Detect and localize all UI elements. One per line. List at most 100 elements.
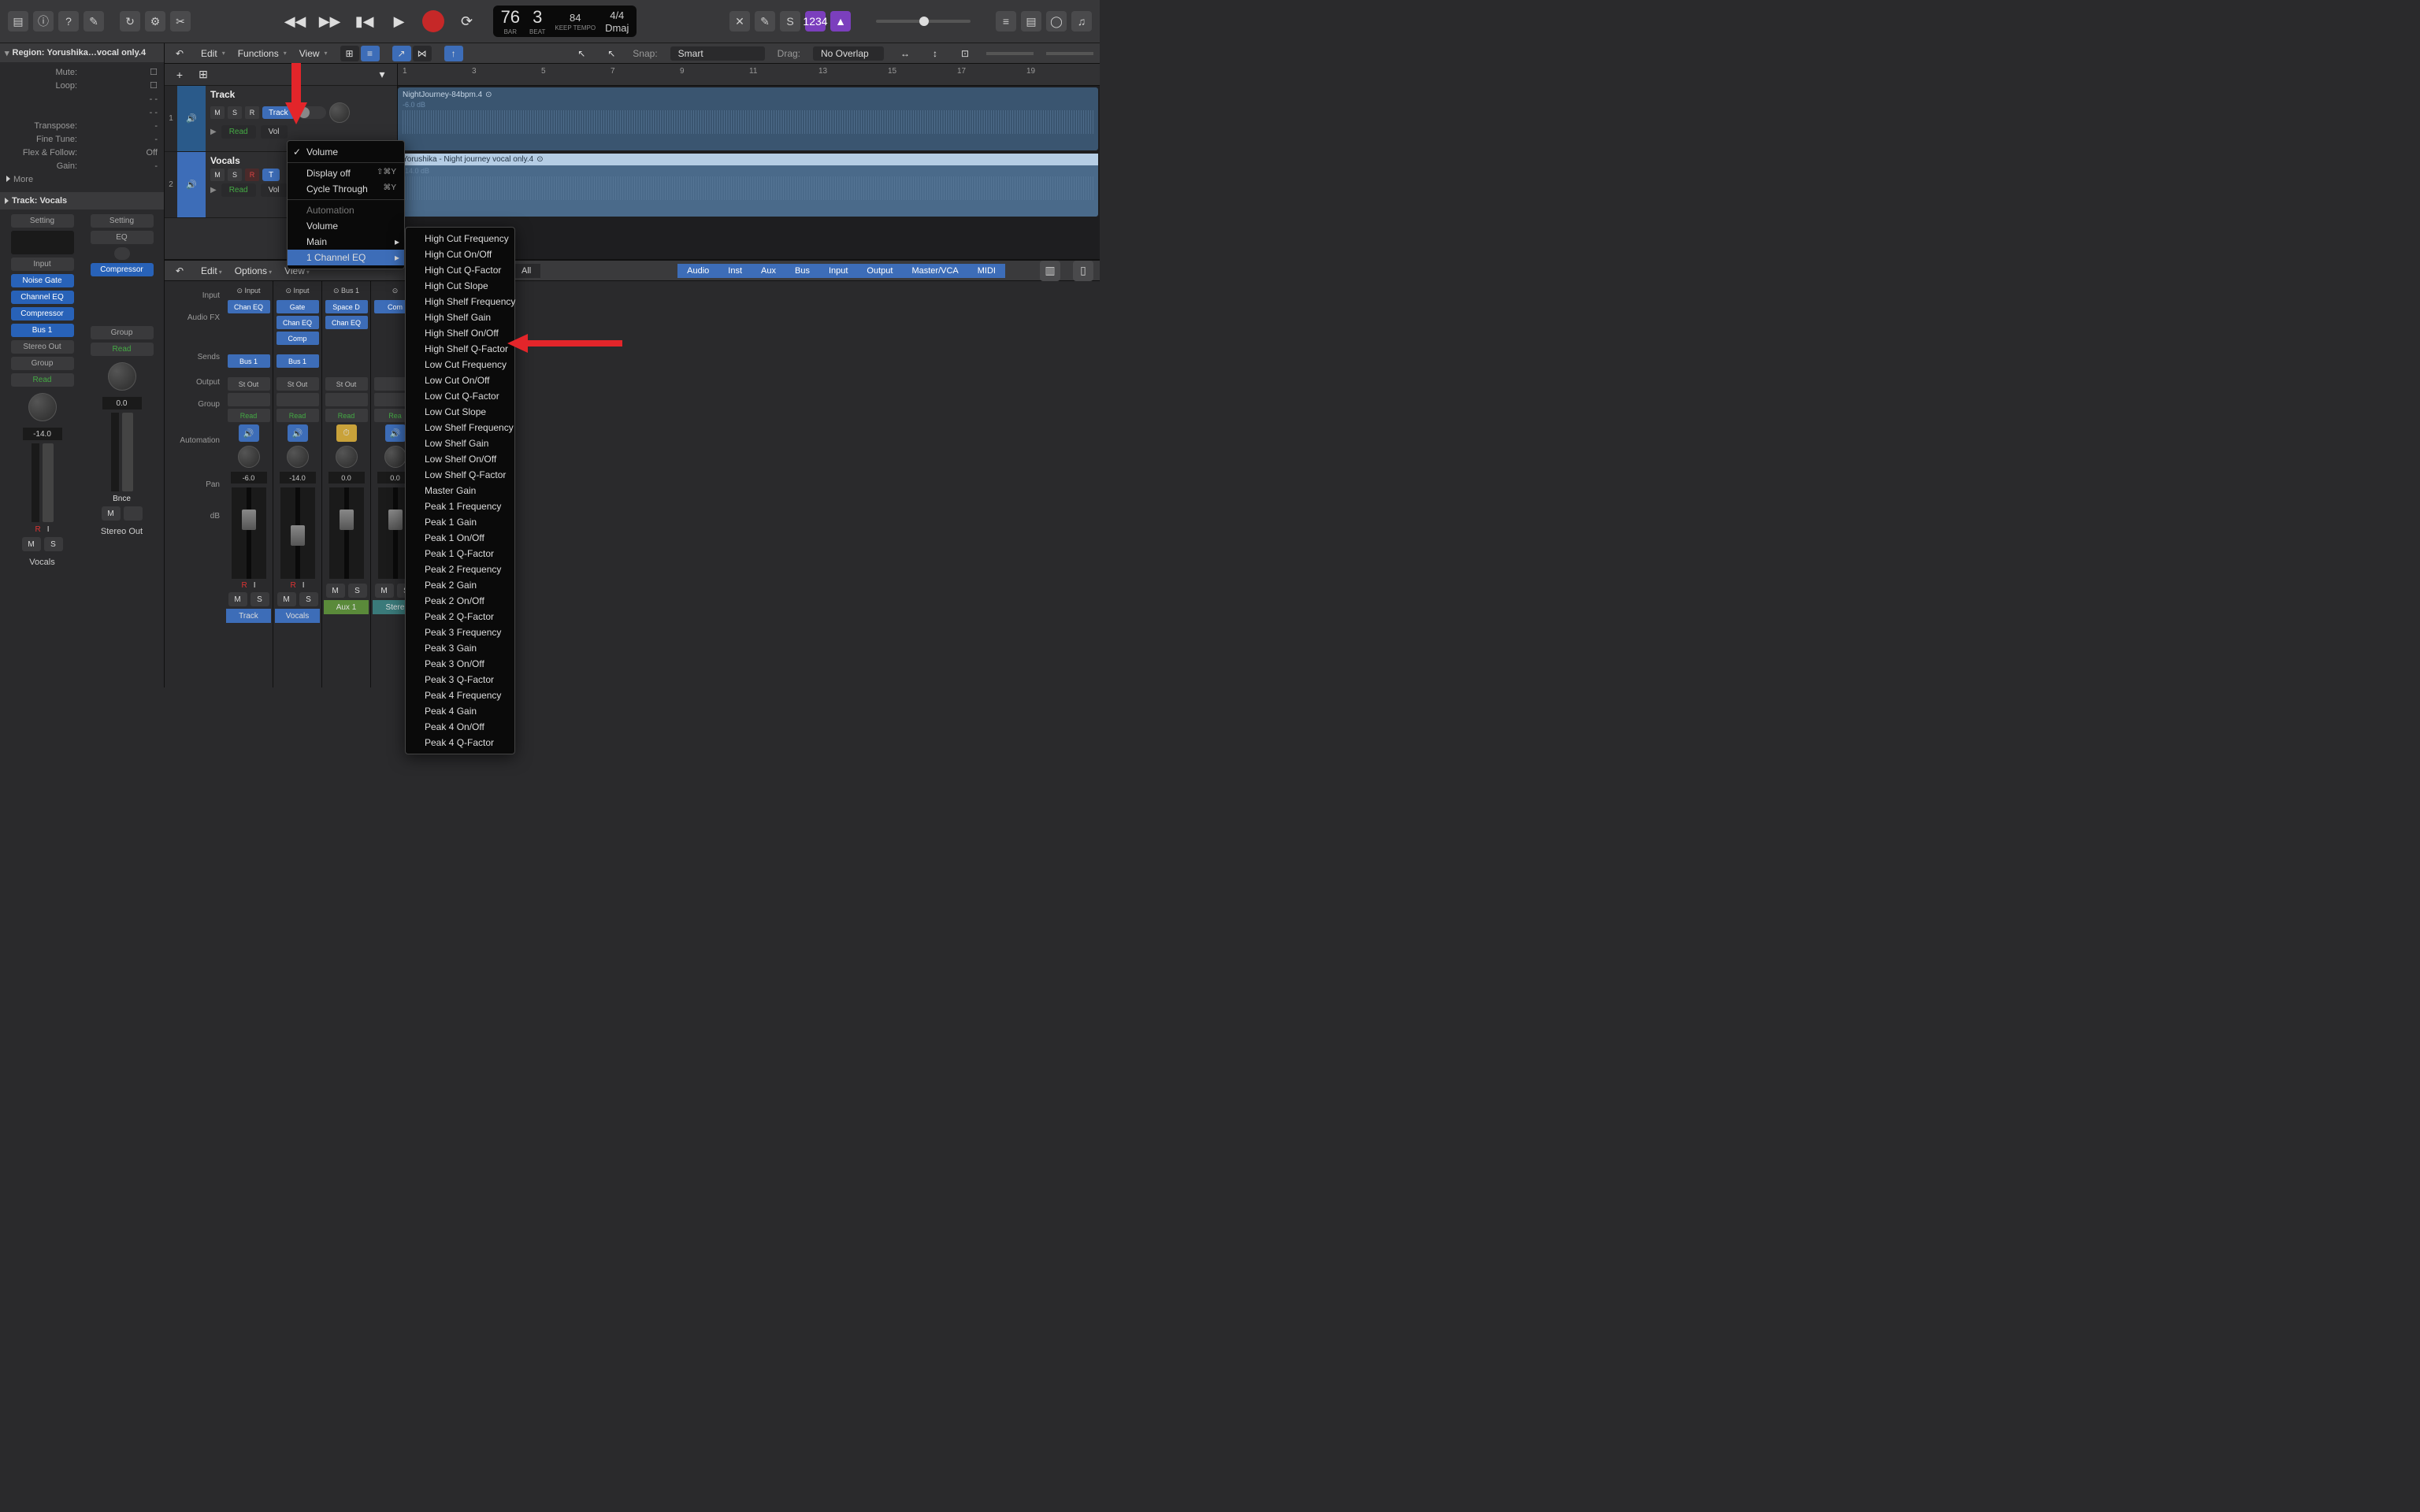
channel-icon[interactable]: 🔊 — [385, 424, 406, 442]
info-icon[interactable]: ⓘ — [33, 11, 54, 32]
loop-tool-icon[interactable]: ↻ — [120, 11, 140, 32]
menu-item[interactable]: Peak 4 On/Off — [406, 719, 514, 735]
send-slot[interactable]: Bus 1 — [228, 354, 270, 368]
menu-item[interactable]: Peak 2 Frequency — [406, 561, 514, 577]
zoom-v-icon[interactable]: ↕ — [926, 46, 944, 61]
menu-item-channel-eq[interactable]: 1 Channel EQ — [288, 250, 404, 265]
menu-item-cycle-through[interactable]: Cycle Through⌘Y — [288, 181, 404, 197]
automation-mode[interactable]: Read — [221, 125, 256, 139]
menu-item[interactable]: High Cut Frequency — [406, 231, 514, 246]
channel-icon[interactable]: 🔊 — [288, 424, 308, 442]
menu-item[interactable]: Low Cut Q-Factor — [406, 388, 514, 404]
output-slot[interactable]: St Out — [277, 377, 319, 391]
media-icon[interactable]: ♫ — [1071, 11, 1092, 32]
lcd-display[interactable]: 76BAR 3BEAT 84KEEP TEMPO 4/4Dmaj — [493, 6, 637, 37]
back-icon[interactable]: ↶ — [171, 264, 188, 278]
menu-item[interactable]: High Shelf Q-Factor — [406, 341, 514, 357]
cat-tab-master-vca[interactable]: Master/VCA — [902, 264, 967, 278]
db-value[interactable]: -14.0 — [280, 472, 316, 484]
functions-menu[interactable]: Functions▾ — [238, 48, 287, 59]
channel-name[interactable]: Track — [226, 609, 271, 623]
zoom-fit-icon[interactable]: ⊡ — [956, 46, 974, 61]
mute-button[interactable]: M — [228, 592, 247, 606]
noise-gate-slot[interactable]: Noise Gate — [11, 274, 74, 287]
automation-param-menu[interactable]: Volume Display off⇧⌘Y Cycle Through⌘Y Au… — [287, 140, 405, 269]
bounce-button[interactable]: Bnce — [113, 495, 131, 503]
automation-read[interactable]: Read — [91, 343, 154, 356]
fader-value[interactable]: 0.0 — [102, 397, 142, 410]
more-button[interactable]: More — [13, 175, 33, 184]
note-icon[interactable]: ✎ — [84, 11, 104, 32]
stop-button[interactable]: ▮◀ — [353, 9, 377, 33]
menu-item-volume2[interactable]: Volume — [288, 218, 404, 234]
forward-button[interactable]: ▶▶ — [318, 9, 342, 33]
solo-button[interactable]: S — [44, 537, 63, 551]
notepad-icon[interactable]: ▤ — [1021, 11, 1041, 32]
db-value[interactable]: 0.0 — [328, 472, 365, 484]
back-icon[interactable]: ↶ — [171, 46, 188, 61]
input-slot[interactable]: ⊙ Bus 1 — [325, 284, 368, 298]
rec-button[interactable]: R — [245, 106, 259, 119]
timeline-ruler[interactable]: 135791113151719 — [398, 64, 1100, 86]
group-slot[interactable]: Group — [11, 357, 74, 370]
edit-menu[interactable]: Edit▾ — [201, 48, 225, 59]
automation-mode[interactable]: Read — [221, 183, 256, 197]
view-menu[interactable]: View▾ — [299, 48, 328, 59]
fader[interactable] — [122, 413, 133, 491]
cat-tab-inst[interactable]: Inst — [718, 264, 752, 278]
cat-tab-input[interactable]: Input — [819, 264, 857, 278]
fader[interactable] — [280, 487, 315, 579]
snap-value[interactable]: Smart — [670, 46, 765, 61]
db-value[interactable]: -6.0 — [231, 472, 267, 484]
solo-button[interactable]: S — [348, 584, 367, 598]
bus1-send[interactable]: Bus 1 — [11, 324, 74, 337]
rec-button[interactable]: R — [245, 169, 259, 181]
zoom-slider-h[interactable] — [1046, 52, 1093, 55]
play-button[interactable]: ▶ — [388, 9, 411, 33]
menu-item[interactable]: Low Cut Frequency — [406, 357, 514, 372]
metronome-icon[interactable]: ▲ — [830, 11, 851, 32]
global-tracks-button[interactable]: ▾ — [373, 67, 391, 83]
fader-value[interactable]: -14.0 — [23, 428, 62, 440]
menu-item[interactable]: High Shelf Frequency — [406, 294, 514, 309]
cat-tab-bus[interactable]: Bus — [785, 264, 819, 278]
mute-button[interactable]: M — [375, 584, 394, 598]
pan-knob[interactable] — [336, 446, 358, 468]
fx-slot[interactable]: Gate — [277, 300, 319, 313]
automation-mode[interactable]: Read — [277, 409, 319, 422]
channel-icon[interactable]: ⏱ — [336, 424, 357, 442]
fx-slot[interactable]: Chan EQ — [325, 316, 368, 329]
menu-item[interactable]: Peak 3 On/Off — [406, 656, 514, 672]
catch-icon[interactable]: ↑ — [444, 46, 463, 61]
menu-item[interactable]: High Cut Q-Factor — [406, 262, 514, 278]
rec-enable[interactable]: R — [241, 581, 247, 590]
cat-tab-output[interactable]: Output — [857, 264, 902, 278]
mute-button[interactable]: M — [22, 537, 41, 551]
menu-item[interactable]: Low Shelf Gain — [406, 435, 514, 451]
pan-knob[interactable] — [108, 362, 136, 391]
list-icon[interactable]: ≡ — [996, 11, 1016, 32]
cat-tab-midi[interactable]: MIDI — [968, 264, 1005, 278]
group-slot[interactable]: Group — [91, 326, 154, 339]
menu-item[interactable]: Peak 1 Q-Factor — [406, 546, 514, 561]
pan-knob[interactable] — [238, 446, 260, 468]
output-slot[interactable]: St Out — [325, 377, 368, 391]
menu-item[interactable]: Peak 3 Frequency — [406, 624, 514, 640]
menu-item[interactable]: High Cut On/Off — [406, 246, 514, 262]
group-slot[interactable] — [228, 393, 270, 406]
fx-slot[interactable]: Chan EQ — [277, 316, 319, 329]
automation-read[interactable]: Read — [11, 373, 74, 387]
input-slot[interactable]: ⊙ Input — [277, 284, 319, 298]
track-knob[interactable] — [329, 102, 350, 123]
menu-item[interactable]: Peak 1 Frequency — [406, 498, 514, 514]
solo-button[interactable]: S — [299, 592, 318, 606]
channel-name[interactable]: Aux 1 — [324, 600, 369, 614]
automation-disclosure[interactable]: ▶ — [210, 186, 217, 195]
menu-item[interactable]: Master Gain — [406, 483, 514, 498]
rec-enable[interactable]: R — [290, 581, 295, 590]
menu-item-display-off[interactable]: Display off⇧⌘Y — [288, 165, 404, 181]
mute-button[interactable]: M — [102, 506, 121, 521]
menu-item[interactable]: Peak 2 Gain — [406, 577, 514, 593]
pan-knob[interactable] — [28, 393, 57, 421]
sliders-icon[interactable]: ⚙ — [145, 11, 165, 32]
